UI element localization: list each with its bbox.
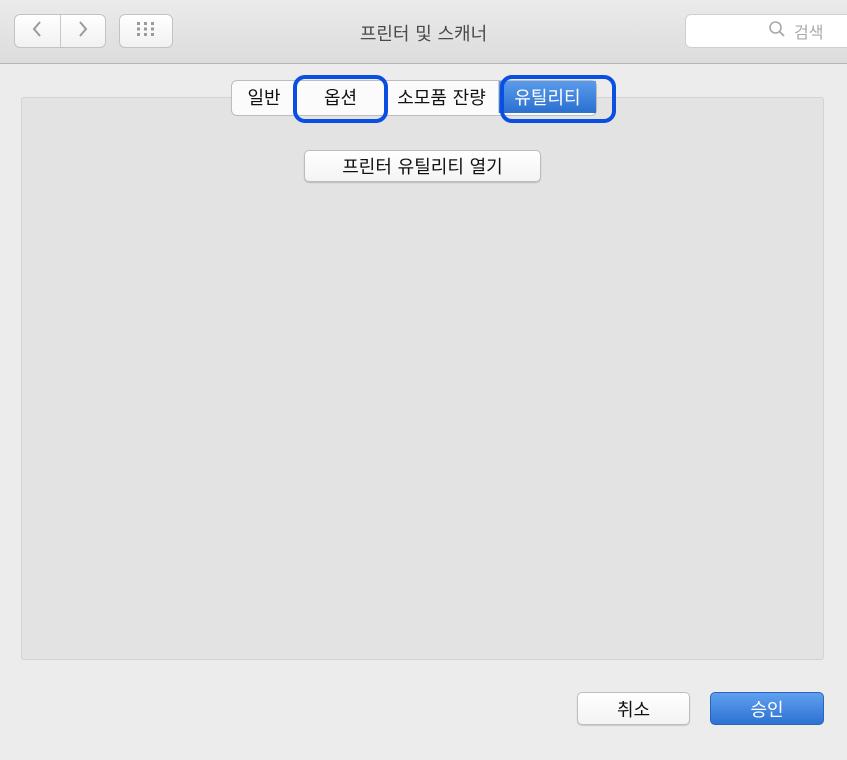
utility-tab-highlight <box>500 75 616 123</box>
toolbar: 프린터 및 스캐너 검색 <box>0 0 847 64</box>
open-printer-utility-button[interactable]: 프린터 유틸리티 열기 <box>304 150 541 182</box>
tab-supply-levels[interactable]: 소모품 잔량 <box>384 81 498 113</box>
options-tab-highlight <box>293 75 388 123</box>
search-placeholder: 검색 <box>794 23 824 42</box>
search-icon <box>768 20 786 42</box>
cancel-button[interactable]: 취소 <box>577 692 690 725</box>
ok-button[interactable]: 승인 <box>710 692 824 725</box>
tab-general[interactable]: 일반 <box>232 81 296 113</box>
printer-options-dialog: 프린터 및 스캐너 검색 일반 옵션 소모품 잔량 유틸리티 프린터 유틸리티 … <box>0 0 847 760</box>
search-field[interactable]: 검색 <box>685 14 847 48</box>
